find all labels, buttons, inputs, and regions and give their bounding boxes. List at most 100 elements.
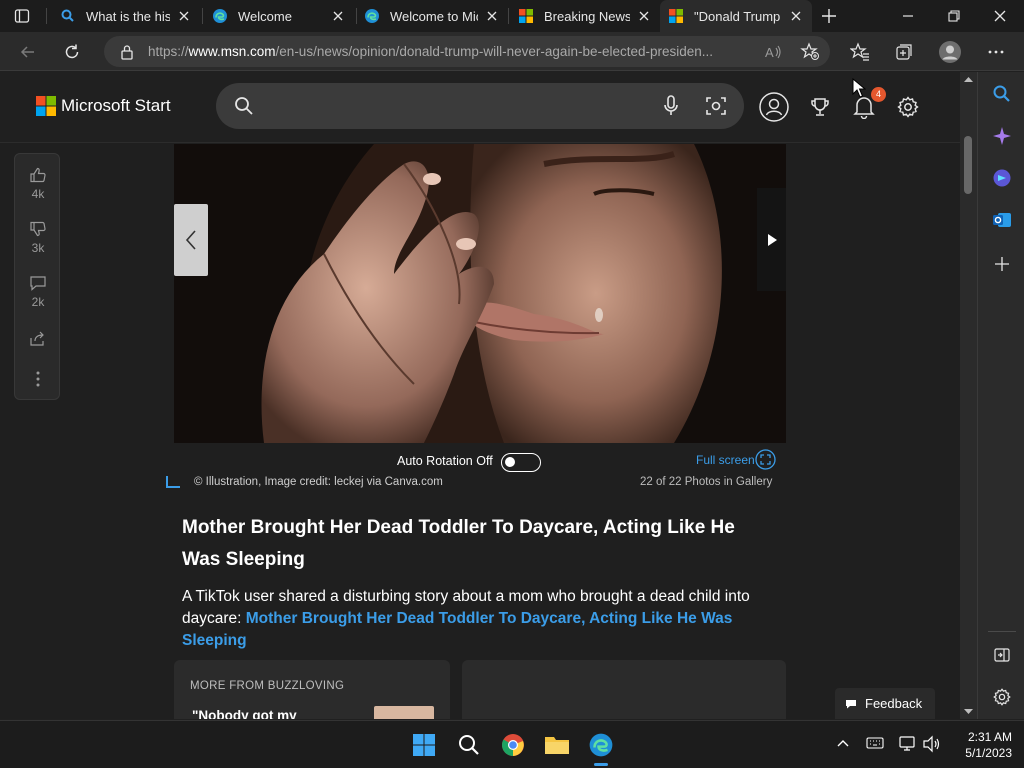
url-prefix: https:// — [148, 44, 189, 59]
play-icon — [767, 233, 777, 246]
share-button[interactable] — [15, 330, 61, 351]
close-icon[interactable] — [176, 8, 192, 24]
close-window-button[interactable] — [992, 8, 1008, 24]
more-from-thumbnail[interactable] — [374, 706, 434, 719]
tab-4-active[interactable]: "Donald Trump — [660, 0, 812, 32]
folder-icon — [545, 737, 569, 754]
settings-more-button[interactable] — [982, 38, 1010, 66]
address-bar-row: https://www.msn.com/en-us/news/opinion/d… — [0, 32, 1024, 71]
scrollbar-thumb[interactable] — [964, 136, 972, 194]
restore-button[interactable] — [946, 8, 962, 24]
gear-icon — [993, 688, 1011, 706]
scroll-up-icon — [964, 77, 973, 82]
hide-sidebar-icon — [994, 648, 1010, 662]
page-scrollbar[interactable] — [960, 72, 977, 719]
brand-logo[interactable]: Microsoft Start — [36, 96, 171, 116]
comments-button[interactable]: 2k — [15, 274, 61, 309]
speaker-icon — [923, 735, 940, 753]
more-horizontal-icon — [988, 50, 1004, 54]
tab-actions-button[interactable] — [14, 8, 30, 24]
msn-header: Microsoft Start 4 — [0, 72, 960, 143]
more-from-title[interactable]: "Nobody got my — [192, 708, 297, 719]
svg-text:A: A — [765, 45, 774, 60]
like-button[interactable]: 4k — [15, 166, 61, 201]
gallery-count: 22 of 22 Photos in Gallery — [640, 476, 773, 488]
search-icon[interactable] — [234, 96, 254, 116]
comment-icon — [30, 276, 46, 291]
address-bar[interactable]: https://www.msn.com/en-us/news/opinion/d… — [104, 36, 830, 67]
back-arrow-icon — [20, 46, 34, 58]
favorites-button[interactable] — [846, 38, 874, 66]
file-explorer-button[interactable] — [541, 729, 573, 761]
trophy-icon — [811, 98, 829, 116]
minimize-icon — [903, 15, 913, 17]
visual-search-icon[interactable] — [705, 95, 727, 117]
next-slide-button[interactable] — [757, 188, 786, 291]
collections-icon — [896, 44, 912, 60]
more-from-card[interactable]: MORE FROM BUZZLOVING "Nobody got my — [174, 660, 450, 719]
full-screen-icon[interactable] — [755, 449, 776, 470]
clock[interactable]: 2:31 AM 5/1/2023 — [952, 729, 1012, 761]
sidebar-add-button[interactable] — [990, 252, 1014, 276]
search-input[interactable] — [216, 83, 744, 129]
tab-3[interactable]: Breaking News S — [510, 0, 660, 32]
tab-title: Welcome — [238, 8, 292, 24]
account-icon — [759, 92, 789, 122]
taskbar-search-button[interactable] — [453, 729, 485, 761]
settings-button[interactable] — [891, 90, 925, 124]
start-button[interactable] — [408, 729, 440, 761]
close-icon[interactable] — [788, 8, 804, 24]
rewards-button[interactable] — [803, 90, 837, 124]
sidebar-search-button[interactable] — [990, 82, 1014, 106]
add-favorite-icon[interactable] — [800, 42, 820, 62]
url-domain: www.msn.com — [188, 44, 276, 59]
collections-button[interactable] — [890, 38, 918, 66]
minimize-button[interactable] — [900, 8, 916, 24]
close-icon[interactable] — [330, 8, 346, 24]
show-hidden-icons-button[interactable] — [836, 738, 850, 748]
tab-2[interactable]: Welcome to Mic — [356, 0, 508, 32]
sidebar-outlook-button[interactable] — [990, 208, 1014, 232]
url-text[interactable]: https://www.msn.com/en-us/news/opinion/d… — [148, 44, 758, 59]
edge-sidebar — [977, 72, 1024, 719]
tab-separator — [508, 8, 509, 24]
network-button[interactable] — [898, 735, 918, 753]
auto-rotation-toggle[interactable] — [501, 453, 541, 472]
windows-icon — [413, 734, 435, 756]
volume-button[interactable] — [922, 735, 942, 753]
image-credit: © Illustration, Image credit: leckej via… — [194, 476, 443, 488]
tab-1[interactable]: Welcome — [204, 0, 354, 32]
edge-taskbar-button[interactable] — [585, 729, 617, 766]
keyboard-button[interactable] — [866, 736, 884, 750]
clock-date: 5/1/2023 — [965, 746, 1012, 760]
tab-actions-icon — [14, 9, 30, 23]
previous-slide-button[interactable] — [174, 204, 208, 276]
close-icon[interactable] — [636, 8, 652, 24]
gallery-photo[interactable] — [174, 144, 786, 443]
tab-separator — [202, 8, 203, 24]
sidebar-settings-button[interactable] — [990, 685, 1014, 709]
microphone-icon[interactable] — [662, 95, 680, 117]
search-icon — [459, 735, 479, 755]
dislike-button[interactable]: 3k — [15, 220, 61, 255]
summary-link[interactable]: Mother Brought Her Dead Toddler To Dayca… — [182, 610, 732, 649]
thumbs-up-icon — [30, 167, 46, 183]
auto-rotation-label: Auto Rotation Off — [397, 454, 493, 468]
feedback-button[interactable]: Feedback — [835, 688, 935, 719]
full-screen-link[interactable]: Full screen — [696, 453, 755, 467]
profile-button[interactable] — [936, 38, 964, 66]
sidebar-hide-button[interactable] — [990, 643, 1014, 667]
sidebar-copilot-button[interactable] — [990, 124, 1014, 148]
share-icon — [30, 331, 44, 346]
more-options-button[interactable] — [15, 370, 61, 391]
account-button[interactable] — [757, 90, 791, 124]
chrome-button[interactable] — [497, 729, 529, 761]
read-aloud-icon[interactable]: A — [764, 43, 782, 61]
close-icon[interactable] — [484, 8, 500, 24]
refresh-button[interactable] — [58, 38, 86, 66]
lock-icon[interactable] — [120, 44, 134, 60]
tab-0[interactable]: What is the histo — [52, 0, 200, 32]
new-tab-button[interactable] — [820, 7, 838, 25]
sidebar-games-button[interactable] — [990, 166, 1014, 190]
back-button[interactable] — [14, 38, 42, 66]
